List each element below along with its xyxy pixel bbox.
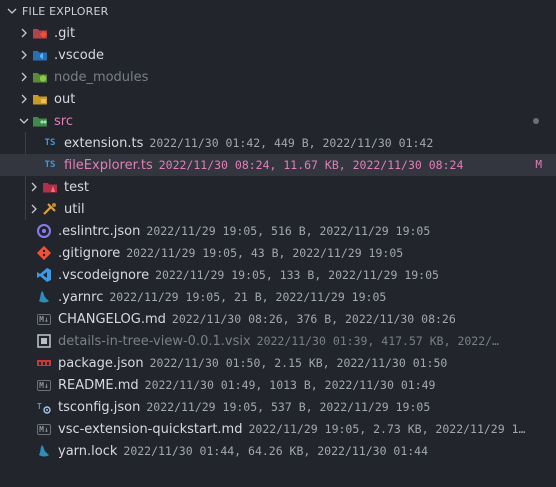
tree-item-tsconfig[interactable]: T tsconfig.json 2022/11/29 19:05, 537 B,… (0, 396, 556, 418)
tree-item-label: package.json (58, 355, 144, 371)
tree-item-label: CHANGELOG.md (58, 311, 166, 327)
file-details: 2022/11/29 19:05, 133 B, 2022/11/29 19:0… (155, 268, 439, 282)
file-details: 2022/11/29 19:05, 537 B, 2022/11/29 19:0… (146, 400, 431, 414)
file-details: 2022/11/30 01:50, 2.15 KB, 2022/11/30 01… (149, 356, 448, 370)
file-details: 2022/11/30 08:26, 376 B, 2022/11/30 08:2… (171, 312, 456, 326)
modified-dot-icon (533, 118, 539, 124)
file-details: 2022/11/30 01:44, 64.26 KB, 2022/11/30 0… (123, 444, 429, 458)
tree-item-eslintrc[interactable]: .eslintrc.json 2022/11/29 19:05, 516 B, … (0, 220, 556, 242)
git-status-badge: M (535, 158, 542, 171)
chevron-right-icon (16, 91, 32, 107)
tree-item-label: .vscodeignore (58, 267, 150, 283)
tree-item-vsix[interactable]: details-in-tree-view-0.0.1.vsix 2022/11/… (0, 330, 556, 352)
file-details: 2022/11/29 19:05, 2.73 KB, 2022/11/29 1… (248, 422, 526, 436)
tree-item-label: extension.ts (64, 135, 144, 151)
chevron-right-icon (26, 201, 42, 217)
markdown-icon: M↓ (37, 379, 51, 391)
tree-item-package-json[interactable]: package.json 2022/11/30 01:50, 2.15 KB, … (0, 352, 556, 374)
tree-item-vscodeignore[interactable]: .vscodeignore 2022/11/29 19:05, 133 B, 2… (0, 264, 556, 286)
tree-item-label: tsconfig.json (58, 399, 141, 415)
explorer-title: FILE EXPLORER (22, 4, 109, 18)
tree-item-quickstart[interactable]: M↓ vsc-extension-quickstart.md 2022/11/2… (0, 418, 556, 440)
tree-item-label: .gitignore (58, 245, 121, 261)
tree-item-util-folder[interactable]: util (0, 198, 556, 220)
file-details: 2022/11/30 01:39, 417.57 KB, 2022/… (256, 334, 499, 348)
tree-item-label: details-in-tree-view-0.0.1.vsix (58, 333, 251, 349)
chevron-right-icon (26, 179, 42, 195)
node-folder-icon (32, 69, 48, 85)
chevron-right-icon (16, 25, 32, 41)
git-icon (36, 245, 52, 261)
tree-item-label: node_modules (54, 69, 149, 85)
package-icon (36, 333, 52, 349)
typescript-icon: TS (44, 160, 56, 170)
tree-item-gitignore[interactable]: .gitignore 2022/11/29 19:05, 43 B, 2022/… (0, 242, 556, 264)
svg-text:T: T (37, 402, 42, 411)
tree-item-extension-ts[interactable]: TS extension.ts 2022/11/30 01:42, 449 B,… (0, 132, 556, 154)
tree-item-label: util (64, 201, 85, 217)
yarn-icon (36, 289, 52, 305)
tree-item-readme[interactable]: M↓ README.md 2022/11/30 01:49, 1013 B, 2… (0, 374, 556, 396)
tree-item-label: yarn.lock (58, 443, 118, 459)
git-folder-icon (32, 25, 48, 41)
tree-item-label: src (54, 113, 73, 129)
chevron-right-icon (16, 69, 32, 85)
eslint-icon (36, 223, 52, 239)
tree-item-label: .vscode (54, 47, 104, 63)
util-folder-icon (42, 201, 58, 217)
tree-item-yarnrc[interactable]: .yarnrc 2022/11/29 19:05, 21 B, 2022/11/… (0, 286, 556, 308)
markdown-icon: M↓ (37, 423, 51, 435)
file-details: 2022/11/29 19:05, 21 B, 2022/11/29 19:05 (109, 290, 387, 304)
tsconfig-icon: T (36, 399, 52, 415)
tree-item-out-folder[interactable]: out (0, 88, 556, 110)
src-folder-icon (32, 113, 48, 129)
chevron-down-icon (4, 3, 20, 19)
markdown-icon: M↓ (37, 313, 51, 325)
file-details: 2022/11/30 01:42, 449 B, 2022/11/30 01:4… (149, 136, 434, 150)
file-details: 2022/11/29 19:05, 516 B, 2022/11/29 19:0… (146, 224, 431, 238)
tree-item-node-modules-folder[interactable]: node_modules (0, 66, 556, 88)
explorer-header[interactable]: FILE EXPLORER (0, 0, 556, 22)
test-folder-icon (42, 179, 58, 195)
tree-item-label: README.md (58, 377, 139, 393)
file-details: 2022/11/29 19:05, 43 B, 2022/11/29 19:05 (126, 246, 404, 260)
tree-item-label: out (54, 91, 76, 107)
tree-item-label: fileExplorer.ts (64, 157, 153, 173)
tree-item-label: test (64, 179, 89, 195)
yarn-icon (36, 443, 52, 459)
tree-item-vscode-folder[interactable]: .vscode (0, 44, 556, 66)
out-folder-icon (32, 91, 48, 107)
tree-item-changelog[interactable]: M↓ CHANGELOG.md 2022/11/30 08:26, 376 B,… (0, 308, 556, 330)
tree-item-src-folder[interactable]: src (0, 110, 556, 132)
tree-item-fileexplorer-ts[interactable]: TS fileExplorer.ts 2022/11/30 08:24, 11.… (0, 154, 556, 176)
tree-item-label: .git (54, 25, 76, 41)
file-details: 2022/11/30 08:24, 11.67 KB, 2022/11/30 0… (158, 158, 464, 172)
tree-item-test-folder[interactable]: test (0, 176, 556, 198)
chevron-down-icon (16, 113, 32, 129)
file-details: 2022/11/30 01:49, 1013 B, 2022/11/30 01:… (144, 378, 436, 392)
tree-item-git-folder[interactable]: .git (0, 22, 556, 44)
vscode-folder-icon (32, 47, 48, 63)
tree-item-yarn-lock[interactable]: yarn.lock 2022/11/30 01:44, 64.26 KB, 20… (0, 440, 556, 462)
chevron-right-icon (16, 47, 32, 63)
npm-icon (36, 355, 52, 371)
tree-item-label: vsc-extension-quickstart.md (58, 421, 243, 437)
file-explorer: FILE EXPLORER .git .vscode node_modules … (0, 0, 556, 487)
tree-item-label: .yarnrc (58, 289, 104, 305)
tree-item-label: .eslintrc.json (58, 223, 141, 239)
typescript-icon: TS (44, 138, 56, 148)
vscode-icon (36, 267, 52, 283)
